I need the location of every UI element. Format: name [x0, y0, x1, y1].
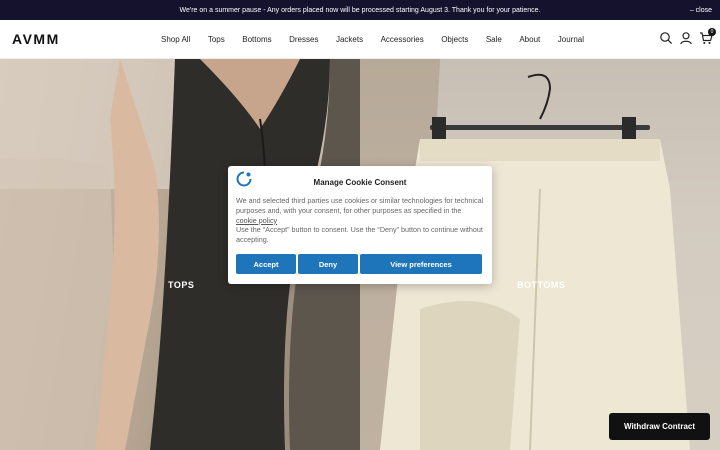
nav-item-about[interactable]: About — [519, 35, 540, 44]
search-icon[interactable] — [659, 31, 673, 45]
cart-icon[interactable]: 0 — [699, 28, 716, 45]
nav-item-sale[interactable]: Sale — [486, 35, 502, 44]
nav-item-objects[interactable]: Objects — [441, 35, 468, 44]
announcement-text: We're on a summer pause - Any orders pla… — [179, 6, 541, 14]
cookie-consent-body-1: We and selected third parties use cookie… — [236, 196, 484, 215]
accept-button[interactable]: Accept — [236, 254, 296, 274]
deny-button[interactable]: Deny — [298, 254, 358, 274]
header-icons: 0 — [653, 28, 716, 45]
main-nav: Shop All Tops Bottoms Dresses Jackets Ac… — [161, 20, 602, 59]
cookie-policy-link[interactable]: cookie policy — [236, 216, 277, 225]
nav-item-journal[interactable]: Journal — [558, 35, 584, 44]
cart-count-badge: 0 — [708, 28, 716, 36]
announcement-close-button[interactable]: – close — [690, 0, 712, 20]
logo[interactable]: AVMM — [12, 31, 60, 47]
nav-item-jackets[interactable]: Jackets — [336, 35, 363, 44]
cookie-consent-text: We and selected third parties use cookie… — [236, 196, 484, 245]
nav-item-bottoms[interactable]: Bottoms — [242, 35, 271, 44]
nav-item-dresses[interactable]: Dresses — [289, 35, 318, 44]
announcement-bar: We're on a summer pause - Any orders pla… — [0, 0, 720, 20]
tops-label[interactable]: TOPS — [168, 280, 194, 290]
cookie-consent-body-2: Use the “Accept” button to consent. Use … — [236, 225, 483, 245]
bottoms-label[interactable]: BOTTOMS — [517, 280, 565, 290]
site-header: AVMM Shop All Tops Bottoms Dresses Jacke… — [0, 20, 720, 59]
cookie-consent-dialog: Manage Cookie Consent We and selected th… — [228, 166, 492, 284]
nav-item-accessories[interactable]: Accessories — [381, 35, 424, 44]
withdraw-contract-button[interactable]: Withdraw Contract — [609, 413, 710, 440]
nav-item-tops[interactable]: Tops — [208, 35, 225, 44]
view-preferences-button[interactable]: View preferences — [360, 254, 482, 274]
cookie-consent-buttons: Accept Deny View preferences — [236, 254, 482, 274]
account-icon[interactable] — [679, 31, 693, 45]
nav-item-shop-all[interactable]: Shop All — [161, 35, 190, 44]
cookie-consent-title: Manage Cookie Consent — [313, 178, 407, 187]
